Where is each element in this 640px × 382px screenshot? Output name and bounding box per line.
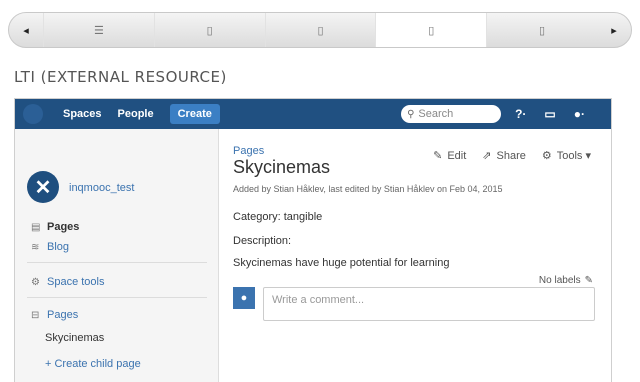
category-text: Category: tangible — [233, 211, 323, 223]
carousel-slot-1[interactable]: ☰ — [43, 13, 154, 47]
user-avatar-icon[interactable]: ●· — [574, 107, 585, 121]
share-icon: ⇗ — [482, 150, 492, 162]
carousel-slot-2[interactable]: ▯ — [153, 13, 265, 47]
carousel-prev-button[interactable]: ◂ — [9, 13, 43, 47]
pencil-icon: ✎ — [584, 275, 593, 286]
description-label: Description: — [233, 235, 292, 247]
description-text: Skycinemas have huge potential for learn… — [233, 257, 450, 269]
gear-icon: ⚙ — [31, 276, 40, 288]
gear-icon: ⚙ — [541, 150, 552, 162]
create-button[interactable]: Create — [169, 104, 220, 124]
nav-spaces[interactable]: Spaces — [63, 108, 102, 120]
tree-icon: ⊟ — [31, 309, 40, 321]
pencil-icon: ✎ — [433, 150, 443, 162]
space-logo-icon[interactable]: ✕ — [27, 171, 59, 203]
sidebar-item-blog[interactable]: ≋ Blog — [31, 241, 69, 253]
carousel-slot-5[interactable]: ▯ — [486, 13, 597, 47]
carousel-next-button[interactable]: ▸ — [597, 13, 631, 47]
top-navbar: Spaces People Create ⚲ Search ?· ▭ ●· — [15, 99, 611, 129]
sidebar-item-space-tools[interactable]: ⚙ Space tools — [31, 276, 104, 288]
help-icon[interactable]: ?· — [515, 107, 526, 121]
notifications-icon[interactable]: ▭ — [544, 107, 555, 121]
avatar: ● — [233, 287, 255, 309]
page-icon: ▤ — [31, 221, 41, 233]
page-title: Skycinemas — [233, 157, 331, 177]
sidebar-item-pages[interactable]: ▤ Pages — [31, 221, 79, 233]
sidebar-divider — [27, 262, 207, 263]
edit-button[interactable]: ✎ Edit — [433, 149, 466, 163]
labels-area[interactable]: No labels ✎ — [539, 275, 593, 286]
create-child-page-link[interactable]: + Create child page — [45, 358, 141, 370]
tree-item-skycinemas[interactable]: Skycinemas — [45, 332, 104, 344]
confluence-logo-icon[interactable] — [23, 104, 43, 124]
tree-item-pages[interactable]: ⊟ Pages — [31, 309, 78, 321]
space-name-link[interactable]: inqmooc_test — [69, 182, 134, 194]
nav-people[interactable]: People — [118, 108, 154, 120]
carousel-bar: ◂ ☰ ▯ ▯ ▯ ▯ ▸ — [8, 12, 632, 48]
search-icon: ⚲ — [407, 108, 415, 120]
carousel-slot-3[interactable]: ▯ — [264, 13, 376, 47]
space-sidebar: ✕ inqmooc_test ▤ Pages ≋ Blog ⚙ Space to… — [15, 129, 219, 382]
share-button[interactable]: ⇗ Share — [482, 149, 526, 163]
comment-input[interactable]: Write a comment... — [263, 287, 595, 321]
search-input[interactable]: ⚲ Search — [401, 105, 502, 123]
rss-icon: ≋ — [31, 241, 40, 253]
page-content: Pages Skycinemas ✎ Edit ⇗ Share ⚙ Tools … — [233, 129, 611, 382]
tools-menu[interactable]: ⚙ Tools ▾ — [542, 149, 591, 162]
carousel-slot-4[interactable]: ▯ — [375, 13, 487, 47]
page-actions: ✎ Edit ⇗ Share ⚙ Tools ▾ — [417, 149, 591, 163]
page-metadata: Added by Stian Håklev, last edited by St… — [233, 184, 503, 194]
lti-frame: Spaces People Create ⚲ Search ?· ▭ ●· ✕ … — [14, 98, 612, 382]
section-title: LTI (EXTERNAL RESOURCE) — [14, 68, 227, 86]
sidebar-divider — [27, 297, 207, 298]
breadcrumb[interactable]: Pages — [233, 145, 264, 157]
